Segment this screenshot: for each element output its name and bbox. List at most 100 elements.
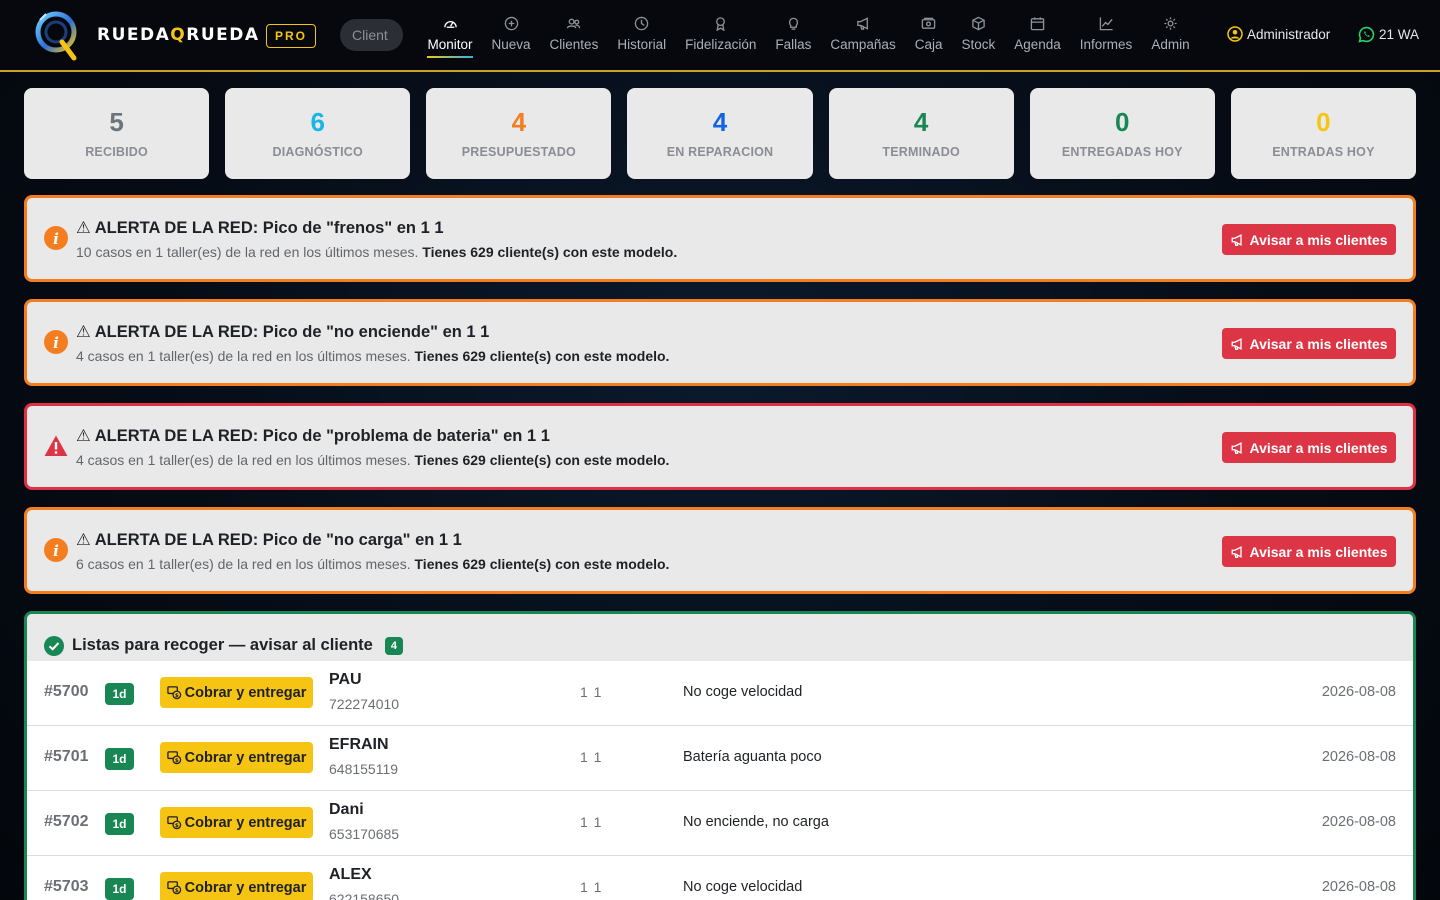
alert-desc-text: 10 casos en 1 taller(es) de la red en lo… [76, 244, 419, 260]
notify-clients-label: Avisar a mis clientes [1249, 543, 1388, 560]
nav-item-admin[interactable]: Admin [1142, 12, 1199, 60]
order-id[interactable]: #5702 [44, 813, 89, 831]
age-badge: 1d [105, 748, 134, 770]
cash-icon [921, 17, 936, 29]
notify-clients-button[interactable]: Avisar a mis clientes [1222, 328, 1396, 359]
cash-coin-icon: $ [166, 686, 181, 700]
stat-label: RECIBIDO [85, 144, 148, 159]
brand-name-part2: RUEDA [186, 25, 260, 45]
whatsapp-status[interactable]: 21 WA [1358, 26, 1419, 43]
client-phone: 622158650 [329, 891, 400, 900]
user-menu[interactable]: Administrador [1227, 26, 1330, 42]
table-row[interactable]: #5700 1d $ Cobrar y entregar PAU 7222740… [27, 661, 1413, 726]
charge-and-deliver-button[interactable]: $ Cobrar y entregar [160, 807, 313, 838]
box-icon [972, 16, 985, 31]
nav-item-caja[interactable]: Caja [905, 12, 952, 60]
order-id[interactable]: #5701 [44, 748, 89, 766]
stat-value: 4 [511, 106, 527, 137]
network-alert-problema-bateria: ⚠ ALERTA DE LA RED: Pico de "problema de… [24, 403, 1416, 490]
svg-text:$: $ [175, 823, 179, 829]
check-circle-icon [44, 635, 64, 656]
issue-description: Batería aguanta poco [683, 749, 822, 765]
brand-name-q: Q [170, 25, 187, 45]
nav-item-label: Informes [1079, 37, 1133, 52]
gear-icon [1164, 17, 1177, 30]
ready-panel-header: Listas para recoger — avisar al cliente … [27, 614, 1413, 661]
charge-and-deliver-button[interactable]: $ Cobrar y entregar [160, 742, 313, 773]
nav-item-informes[interactable]: Informes [1070, 12, 1142, 60]
brand-name[interactable]: RUEDAQRUEDA [97, 25, 260, 45]
notify-clients-label: Avisar a mis clientes [1249, 335, 1388, 352]
nav-item-campanas[interactable]: Campañas [821, 12, 905, 60]
nav-item-clientes[interactable]: Clientes [540, 12, 608, 60]
client-search-input[interactable] [340, 19, 403, 51]
calendar-icon [1030, 17, 1045, 31]
stat-label: ENTREGADAS HOY [1061, 144, 1183, 159]
megaphone-icon [1232, 233, 1243, 246]
table-row[interactable]: #5702 1d $ Cobrar y entregar Dani 653170… [27, 791, 1413, 856]
stat-value: 4 [913, 106, 929, 137]
network-alert-no-carga: i ⚠ ALERTA DE LA RED: Pico de "no carga"… [24, 507, 1416, 594]
nav-item-label: Fallas [775, 37, 812, 52]
issue-description: No coge velocidad [683, 879, 803, 895]
alert-title: ⚠ ALERTA DE LA RED: Pico de "no enciende… [76, 323, 490, 341]
ready-count-badge: 4 [384, 636, 403, 655]
notify-clients-button[interactable]: Avisar a mis clientes [1222, 224, 1396, 255]
entry-date: 2026-08-08 [1321, 684, 1396, 700]
alert-desc-text: 4 casos en 1 taller(es) de la red en los… [76, 348, 411, 364]
stat-label: ENTRADAS HOY [1272, 144, 1375, 159]
alert-desc-text: 6 casos en 1 taller(es) de la red en los… [76, 556, 411, 572]
network-alert-no-enciende: i ⚠ ALERTA DE LA RED: Pico de "no encien… [24, 299, 1416, 386]
stat-card-presupuestado[interactable]: 4 PRESUPUESTADO [426, 88, 612, 179]
megaphone-icon [856, 17, 868, 30]
users-icon [567, 18, 581, 29]
megaphone-icon [1232, 441, 1243, 454]
table-row[interactable]: #5701 1d $ Cobrar y entregar EFRAIN 6481… [27, 726, 1413, 791]
nav-item-fidelizacion[interactable]: Fidelización [676, 12, 766, 60]
table-row[interactable]: #5703 1d $ Cobrar y entregar ALEX 622158… [27, 856, 1413, 900]
stat-label: PRESUPUESTADO [461, 144, 576, 159]
notify-clients-button[interactable]: Avisar a mis clientes [1222, 536, 1396, 567]
nav-item-label: Caja [914, 37, 943, 52]
charge-and-deliver-button[interactable]: $ Cobrar y entregar [160, 677, 313, 708]
client-phone: 722274010 [329, 696, 400, 712]
order-id[interactable]: #5703 [44, 878, 89, 896]
entry-date: 2026-08-08 [1321, 749, 1396, 765]
nav-item-agenda[interactable]: Agenda [1005, 12, 1071, 60]
stat-card-entregadas-hoy[interactable]: 0 ENTREGADAS HOY [1029, 88, 1215, 179]
nav-item-label: Agenda [1014, 37, 1061, 52]
nav-item-nueva[interactable]: Nueva [482, 12, 540, 60]
entry-date: 2026-08-08 [1321, 814, 1396, 830]
clock-icon [634, 16, 649, 31]
nav-item-monitor[interactable]: Monitor [418, 12, 482, 60]
gauge-icon [443, 21, 457, 28]
brand-logo-icon[interactable] [32, 8, 80, 62]
top-navbar: RUEDAQRUEDA PRO Monitor Nueva Clientes H… [0, 0, 1440, 72]
cash-coin-icon: $ [166, 816, 181, 830]
stat-card-en-reparacion[interactable]: 4 EN REPARACION [627, 88, 813, 179]
order-id[interactable]: #5700 [44, 683, 89, 701]
stat-value: 0 [1115, 106, 1130, 137]
notify-clients-label: Avisar a mis clientes [1249, 231, 1388, 248]
nav-item-stock[interactable]: Stock [952, 12, 1005, 60]
main-nav: Monitor Nueva Clientes Historial Fideliz… [418, 12, 1199, 60]
age-badge: 1d [105, 813, 134, 835]
svg-text:$: $ [175, 888, 179, 894]
stat-card-terminado[interactable]: 4 TERMINADO [828, 88, 1014, 179]
stat-label: EN REPARACION [666, 144, 774, 159]
nav-item-fallas[interactable]: Fallas [766, 12, 821, 60]
stat-card-recibido[interactable]: 5 RECIBIDO [24, 88, 210, 179]
charge-and-deliver-label: Cobrar y entregar [184, 749, 307, 766]
megaphone-icon [1232, 545, 1243, 558]
user-name: Administrador [1247, 26, 1331, 42]
nav-item-historial[interactable]: Historial [608, 12, 676, 60]
stat-card-diagnostico[interactable]: 6 DIAGNÓSTICO [225, 88, 411, 179]
notify-clients-button[interactable]: Avisar a mis clientes [1222, 432, 1396, 463]
charge-and-deliver-label: Cobrar y entregar [184, 684, 307, 701]
alert-desc-bold: Tienes 629 cliente(s) con este modelo. [422, 244, 678, 260]
charge-and-deliver-button[interactable]: $ Cobrar y entregar [160, 872, 313, 900]
stat-card-entradas-hoy[interactable]: 0 ENTRADAS HOY [1230, 88, 1416, 179]
alert-description: 10 casos en 1 taller(es) de la red en lo… [76, 244, 677, 260]
charge-and-deliver-label: Cobrar y entregar [184, 879, 307, 896]
alert-desc-bold: Tienes 629 cliente(s) con este modelo. [414, 348, 670, 364]
